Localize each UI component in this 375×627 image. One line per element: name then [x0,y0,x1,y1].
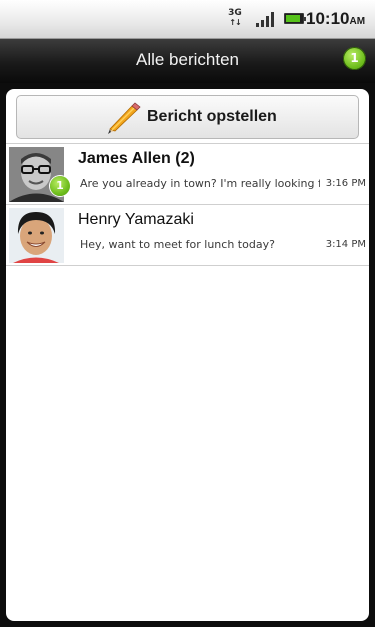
divider [6,265,369,266]
compose-message-button[interactable]: Bericht opstellen [16,95,359,139]
message-preview: Are you already in town? I'm really look… [80,177,320,190]
pencil-icon [108,102,141,134]
unread-count-badge[interactable]: 1 [343,47,366,70]
clock-time: 10:10 [306,9,350,28]
network-activity-arrows: ↑↓ [229,18,241,27]
network-type: 3G [228,8,242,18]
message-preview: Hey, want to meet for lunch today? [80,238,275,251]
avatar-henry-yamazaki [9,208,64,263]
battery-level-fill [286,15,301,22]
battery-icon [284,13,306,24]
contact-name: Henry Yamazaki [78,211,194,228]
network-indicator-icon: 3G ↑↓ [228,8,242,30]
conversation-row-henry-yamazaki[interactable]: Henry Yamazaki Hey, want to meet for lun… [6,205,369,265]
status-bar: 3G ↑↓ 10:10AM [0,0,375,39]
message-time: 3:14 PM [321,239,366,250]
clock-ampm: AM [349,16,366,27]
page-title: Alle berichten [135,50,239,69]
compose-button-label: Bericht opstellen [147,108,277,125]
contact-name: James Allen (2) [78,150,195,167]
title-bar: Alle berichten 1 [0,39,375,83]
conversation-row-james-allen[interactable]: 1 James Allen (2) Are you already in tow… [6,144,369,204]
status-clock: 10:10AM [306,9,365,29]
signal-strength-icon [256,11,276,27]
message-time: 3:16 PM [321,178,366,189]
conversation-unread-badge: 1 [50,176,70,196]
